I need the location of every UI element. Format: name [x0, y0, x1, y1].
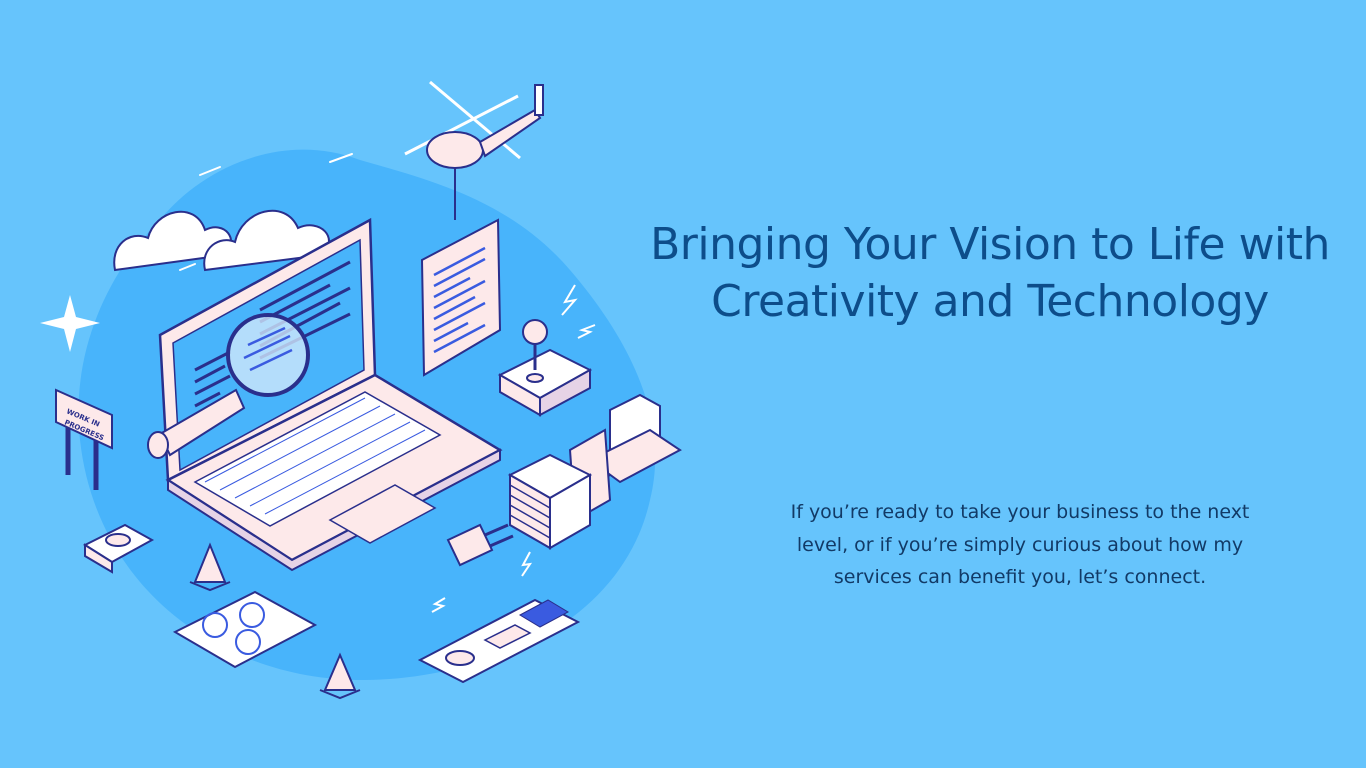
hero-body-text: If you’re ready to take your business to…	[790, 501, 1250, 588]
tech-isometric-illustration: WORK IN PROGRESS	[40, 80, 682, 700]
hero-headline: Bringing Your Vision to Life with Creati…	[650, 219, 1330, 327]
